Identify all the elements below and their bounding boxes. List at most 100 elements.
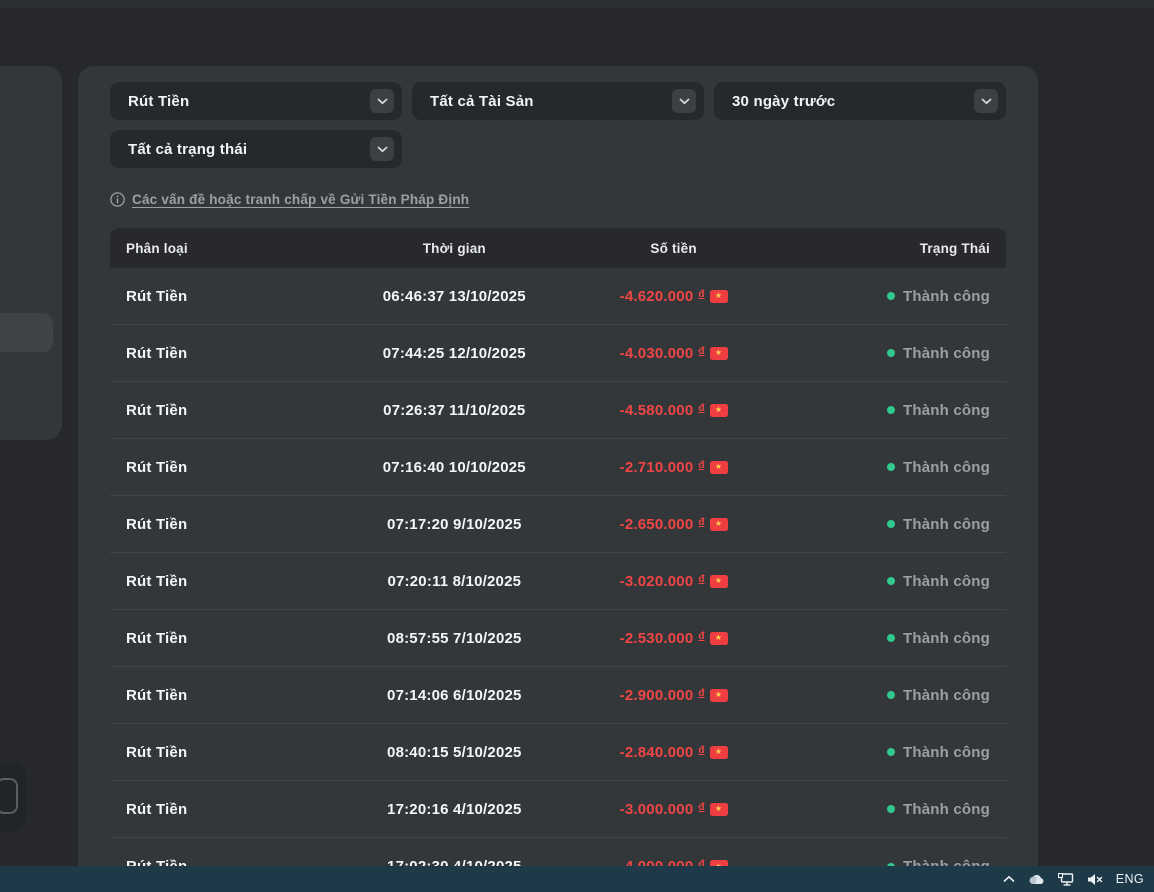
cell-status: Thành công xyxy=(800,687,990,704)
header-category: Phân loại xyxy=(126,241,333,256)
cell-time: 07:16:40 10/10/2025 xyxy=(333,459,575,476)
vn-flag-icon xyxy=(710,461,728,474)
time-range-dropdown[interactable]: 30 ngày trước xyxy=(714,82,1006,120)
table-row[interactable]: Rút Tiền 07:20:11 8/10/2025 -3.020.000 đ… xyxy=(110,553,1006,610)
sidebar-active-item[interactable] xyxy=(0,313,53,352)
windows-taskbar: ENG xyxy=(0,866,1154,892)
cell-amount: -4.620.000 đ xyxy=(575,288,800,305)
cell-time: 07:26:37 11/10/2025 xyxy=(333,402,575,419)
amount-value: -2.840.000 xyxy=(620,744,694,761)
dong-currency-symbol: đ xyxy=(698,403,704,414)
cell-category: Rút Tiền xyxy=(126,345,333,362)
cell-status: Thành công xyxy=(800,630,990,647)
status-label: Thành công xyxy=(903,402,990,419)
success-dot-icon xyxy=(887,634,895,642)
table-row[interactable]: Rút Tiền 17:20:16 4/10/2025 -3.000.000 đ… xyxy=(110,781,1006,838)
speaker-muted-icon[interactable] xyxy=(1087,873,1103,886)
chevron-down-icon[interactable] xyxy=(672,89,696,113)
table-body: Rút Tiền 06:46:37 13/10/2025 -4.620.000 … xyxy=(110,268,1006,892)
cell-status: Thành công xyxy=(800,402,990,419)
asset-dropdown[interactable]: Tất cả Tài Sản xyxy=(412,82,704,120)
cell-category: Rút Tiền xyxy=(126,573,333,590)
cell-time: 06:46:37 13/10/2025 xyxy=(333,288,575,305)
table-row[interactable]: Rút Tiền 07:26:37 11/10/2025 -4.580.000 … xyxy=(110,382,1006,439)
success-dot-icon xyxy=(887,463,895,471)
success-dot-icon xyxy=(887,406,895,414)
chevron-down-icon[interactable] xyxy=(370,89,394,113)
dong-currency-symbol: đ xyxy=(698,517,704,528)
asset-value: Tất cả Tài Sản xyxy=(430,93,534,110)
amount-value: -2.530.000 xyxy=(620,630,694,647)
header-status: Trạng Thái xyxy=(800,241,990,256)
status-label: Thành công xyxy=(903,801,990,818)
cell-status: Thành công xyxy=(800,801,990,818)
cell-time: 08:57:55 7/10/2025 xyxy=(333,630,575,647)
table-row[interactable]: Rút Tiền 08:57:55 7/10/2025 -2.530.000 đ… xyxy=(110,610,1006,667)
dong-currency-symbol: đ xyxy=(698,289,704,300)
table-row[interactable]: Rút Tiền 07:16:40 10/10/2025 -2.710.000 … xyxy=(110,439,1006,496)
app-window: Rút Tiền Tất cả Tài Sản 30 ngày trước xyxy=(0,0,1154,892)
dong-currency-symbol: đ xyxy=(698,574,704,585)
chevron-down-icon[interactable] xyxy=(370,137,394,161)
cell-amount: -2.650.000 đ xyxy=(575,516,800,533)
success-dot-icon xyxy=(887,577,895,585)
header-time: Thời gian xyxy=(333,241,575,256)
vn-flag-icon xyxy=(710,689,728,702)
cell-amount: -2.530.000 đ xyxy=(575,630,800,647)
window-top-strip xyxy=(0,0,1154,8)
onedrive-cloud-icon[interactable] xyxy=(1028,873,1045,885)
table-row[interactable]: Rút Tiền 07:17:20 9/10/2025 -2.650.000 đ… xyxy=(110,496,1006,553)
dong-currency-symbol: đ xyxy=(698,688,704,699)
success-dot-icon xyxy=(887,349,895,357)
cell-amount: -2.710.000 đ xyxy=(575,459,800,476)
cell-status: Thành công xyxy=(800,459,990,476)
amount-value: -4.030.000 xyxy=(620,345,694,362)
cell-category: Rút Tiền xyxy=(126,801,333,818)
dispute-link[interactable]: Các vấn đề hoặc tranh chấp về Gửi Tiền P… xyxy=(132,192,469,207)
cell-category: Rút Tiền xyxy=(126,687,333,704)
amount-value: -4.580.000 xyxy=(620,402,694,419)
cell-category: Rút Tiền xyxy=(126,630,333,647)
filters-row-1: Rút Tiền Tất cả Tài Sản 30 ngày trước xyxy=(110,82,1006,120)
dong-currency-symbol: đ xyxy=(698,346,704,357)
cell-category: Rút Tiền xyxy=(126,744,333,761)
status-label: Thành công xyxy=(903,345,990,362)
status-label: Thành công xyxy=(903,573,990,590)
table-row[interactable]: Rút Tiền 07:44:25 12/10/2025 -4.030.000 … xyxy=(110,325,1006,382)
cell-category: Rút Tiền xyxy=(126,402,333,419)
dong-currency-symbol: đ xyxy=(698,460,704,471)
support-widget-button[interactable] xyxy=(0,763,26,831)
status-label: Thành công xyxy=(903,744,990,761)
cell-category: Rút Tiền xyxy=(126,459,333,476)
cell-amount: -4.580.000 đ xyxy=(575,402,800,419)
table-row[interactable]: Rút Tiền 08:40:15 5/10/2025 -2.840.000 đ… xyxy=(110,724,1006,781)
status-label: Thành công xyxy=(903,288,990,305)
table-row[interactable]: Rút Tiền 07:14:06 6/10/2025 -2.900.000 đ… xyxy=(110,667,1006,724)
tray-chevron-up-icon[interactable] xyxy=(1003,875,1015,883)
status-dropdown[interactable]: Tất cả trạng thái xyxy=(110,130,402,168)
table-row[interactable]: Rút Tiền 06:46:37 13/10/2025 -4.620.000 … xyxy=(110,268,1006,325)
cell-time: 07:14:06 6/10/2025 xyxy=(333,687,575,704)
vn-flag-icon xyxy=(710,803,728,816)
vn-flag-icon xyxy=(710,290,728,303)
transaction-type-dropdown[interactable]: Rút Tiền xyxy=(110,82,402,120)
transaction-type-value: Rút Tiền xyxy=(128,93,189,110)
cell-time: 08:40:15 5/10/2025 xyxy=(333,744,575,761)
cell-category: Rút Tiền xyxy=(126,516,333,533)
network-ethernet-icon[interactable] xyxy=(1058,873,1074,886)
amount-value: -4.620.000 xyxy=(620,288,694,305)
cell-time: 07:20:11 8/10/2025 xyxy=(333,573,575,590)
tray-language-indicator[interactable]: ENG xyxy=(1116,872,1144,886)
vn-flag-icon xyxy=(710,632,728,645)
vn-flag-icon xyxy=(710,518,728,531)
cell-category: Rút Tiền xyxy=(126,288,333,305)
cell-status: Thành công xyxy=(800,573,990,590)
chevron-down-icon[interactable] xyxy=(974,89,998,113)
cell-status: Thành công xyxy=(800,288,990,305)
cell-time: 07:44:25 12/10/2025 xyxy=(333,345,575,362)
cell-amount: -4.030.000 đ xyxy=(575,345,800,362)
cell-amount: -3.000.000 đ xyxy=(575,801,800,818)
success-dot-icon xyxy=(887,520,895,528)
amount-value: -2.650.000 xyxy=(620,516,694,533)
header-amount: Số tiền xyxy=(575,241,800,256)
